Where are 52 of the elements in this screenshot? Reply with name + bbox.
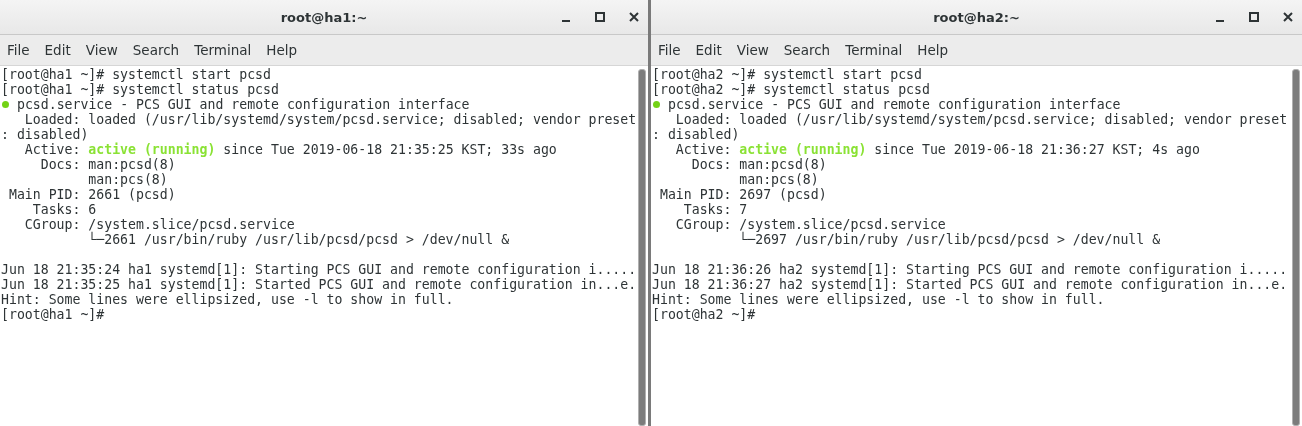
terminal-line: Jun 18 21:35:25 ha1 systemd[1]: Started PCS GUI and remote configuration in...e. xyxy=(1,277,637,292)
terminal-line: Active: active (running) since Tue 2019-06-18 21:36:27 KST; 4s ago xyxy=(674,142,1200,157)
terminal-line: [root@ha2 ~]# systemctl start pcsd xyxy=(652,67,922,82)
terminal-line: Loaded: loaded (/usr/lib/systemd/system/pcsd.service; disabled; vendor preset xyxy=(23,112,637,127)
menu-item[interactable]: Help xyxy=(259,38,306,62)
terminal-line: Hint: Some lines were ellipsized, use -l to show in full. xyxy=(1,292,454,307)
terminal-line: CGroup: /system.slice/pcsd.service xyxy=(23,217,295,232)
terminal-line: pcsd.service - PCS GUI and remote configuration interface xyxy=(15,97,470,112)
terminal-line: Jun 18 21:35:24 ha1 systemd[1]: Starting PCS GUI and remote configuration i..... xyxy=(1,262,637,277)
terminal-line: Active: active (running) since Tue 2019-06-18 21:35:25 KST; 33s ago xyxy=(23,142,557,157)
terminal-line: CGroup: /system.slice/pcsd.service xyxy=(674,217,946,232)
menu-item[interactable]: Terminal xyxy=(187,38,260,62)
close-icon[interactable] xyxy=(1282,11,1294,23)
terminal-line: man:pcs(8) xyxy=(738,172,819,187)
maximize-icon[interactable] xyxy=(1248,11,1260,23)
window-title: root@ha1:~ xyxy=(280,9,368,25)
terminal-line: Hint: Some lines were ellipsized, use -l to show in full. xyxy=(652,292,1105,307)
terminal-line: pcsd.service - PCS GUI and remote configuration interface xyxy=(666,97,1121,112)
terminal-line: : disabled) xyxy=(652,127,740,142)
menu-item[interactable]: File xyxy=(651,38,689,62)
terminal-line: man:pcs(8) xyxy=(87,172,168,187)
menu-item[interactable]: Help xyxy=(910,38,957,62)
terminal-line: : disabled) xyxy=(1,127,89,142)
terminal-line: Docs: man:pcsd(8) xyxy=(690,157,827,172)
menu-item[interactable]: Search xyxy=(776,38,839,62)
scrollbar[interactable] xyxy=(638,69,646,426)
menu-item[interactable]: Edit xyxy=(688,38,730,62)
menu-item[interactable]: View xyxy=(729,38,777,62)
terminal-line: [root@ha1 ~]# systemctl status pcsd xyxy=(1,82,279,97)
terminal-line: [root@ha2 ~]# systemctl status pcsd xyxy=(652,82,930,97)
terminal-line: Tasks: 7 xyxy=(682,202,748,217)
scrollbar[interactable] xyxy=(1292,69,1300,426)
terminal-line: Tasks: 6 xyxy=(31,202,97,217)
terminal-line: └─2661 /usr/bin/ruby /usr/lib/pcsd/pcsd > /dev/null & xyxy=(87,232,510,247)
menu-item[interactable]: View xyxy=(78,38,126,62)
terminal-line: [root@ha1 ~]# systemctl start pcsd xyxy=(1,67,271,82)
terminal-line: └─2697 /usr/bin/ruby /usr/lib/pcsd/pcsd > /dev/null & xyxy=(738,232,1161,247)
close-icon[interactable] xyxy=(628,11,640,23)
window-title: root@ha2:~ xyxy=(933,9,1020,25)
terminal-line: Jun 18 21:36:26 ha2 systemd[1]: Starting PCS GUI and remote configuration i..... xyxy=(652,262,1288,277)
terminal-line: Loaded: loaded (/usr/lib/systemd/system/pcsd.service; disabled; vendor preset xyxy=(674,112,1288,127)
terminal-line: Main PID: 2697 (pcsd) xyxy=(658,187,827,202)
terminal-line: [root@ha2 ~]# xyxy=(652,307,756,322)
terminal-line: Docs: man:pcsd(8) xyxy=(39,157,176,172)
terminal-line: Jun 18 21:36:27 ha2 systemd[1]: Started PCS GUI and remote configuration in...e. xyxy=(652,277,1288,292)
terminal-line: Main PID: 2661 (pcsd) xyxy=(7,187,176,202)
menu-item[interactable]: File xyxy=(0,38,38,62)
menu-item[interactable]: Edit xyxy=(37,38,79,62)
menu-item[interactable]: Terminal xyxy=(838,38,911,62)
terminal-line: [root@ha1 ~]# xyxy=(1,307,105,322)
maximize-icon[interactable] xyxy=(594,11,606,23)
menu-item[interactable]: Search xyxy=(125,38,188,62)
